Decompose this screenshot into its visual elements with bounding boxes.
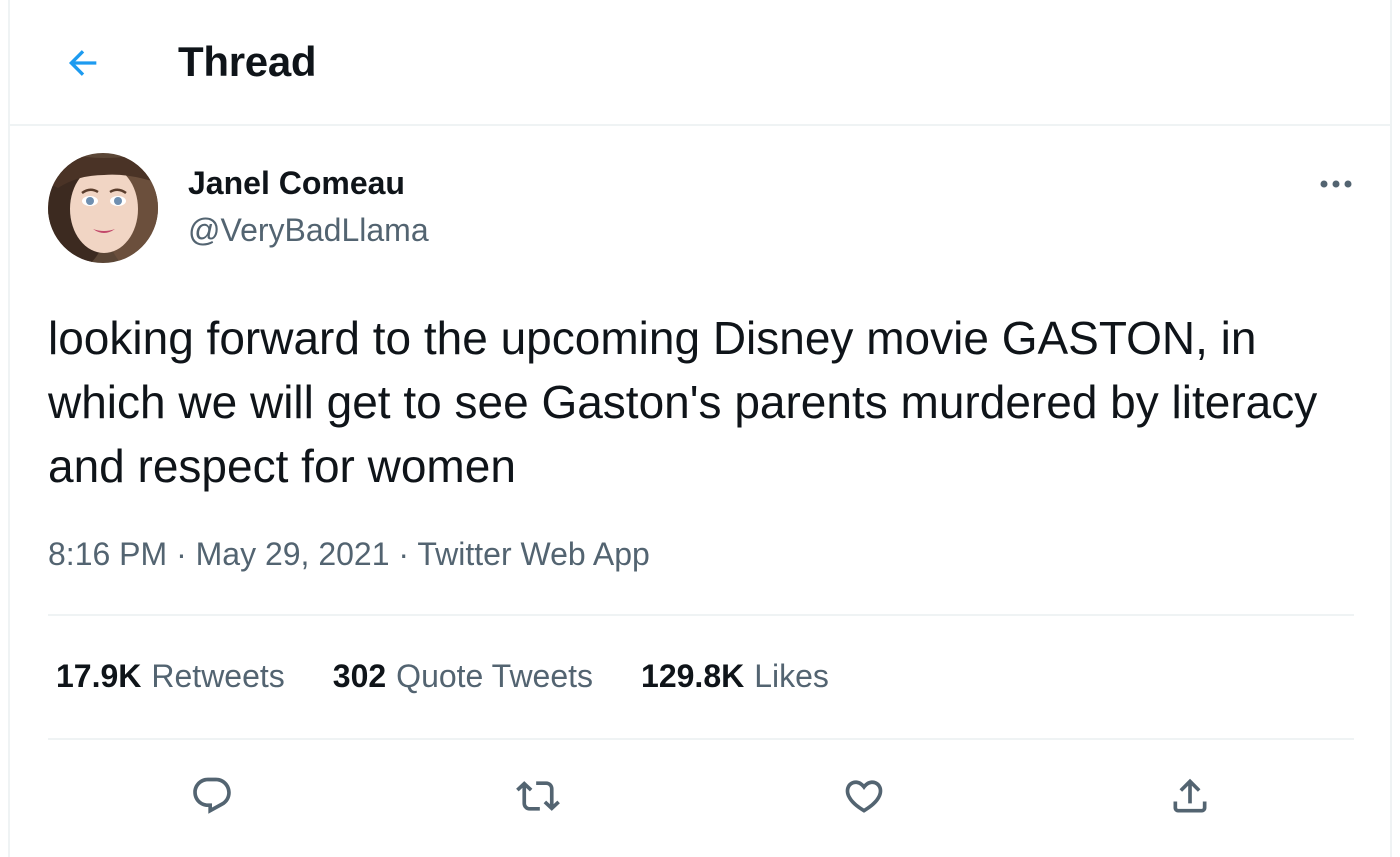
- likes-stat[interactable]: 129.8K Likes: [641, 658, 829, 702]
- author-handle[interactable]: @VeryBadLlama: [188, 212, 429, 249]
- tweet-stats: 17.9K Retweets 302 Quote Tweets 129.8K L…: [56, 658, 829, 702]
- retweet-icon: [516, 781, 560, 811]
- tweet-source[interactable]: Twitter Web App: [417, 536, 649, 572]
- quote-tweets-label: Quote Tweets: [396, 658, 594, 694]
- back-button[interactable]: [54, 34, 112, 92]
- quote-tweets-stat[interactable]: 302 Quote Tweets: [333, 658, 593, 702]
- divider: [48, 738, 1354, 740]
- avatar-photo: [48, 153, 158, 263]
- divider: [48, 614, 1354, 616]
- tweet-metadata: 8:16 PM · May 29, 2021 · Twitter Web App: [48, 536, 650, 573]
- avatar[interactable]: [48, 153, 158, 263]
- meta-separator: ·: [398, 536, 418, 572]
- retweets-stat[interactable]: 17.9K Retweets: [56, 658, 285, 702]
- tweet-actions-bar: [10, 760, 1390, 832]
- reply-button[interactable]: [184, 768, 240, 824]
- tweet-thread-panel: Thread Janel Comeau @VeryBadLlama lookin…: [8, 0, 1392, 857]
- more-options-button[interactable]: [1312, 160, 1360, 208]
- quote-tweets-count: 302: [332, 658, 387, 694]
- reply-icon: [193, 777, 231, 814]
- author-name[interactable]: Janel Comeau: [188, 165, 405, 202]
- retweets-count: 17.9K: [56, 658, 142, 694]
- share-icon: [1173, 778, 1207, 813]
- likes-label: Likes: [754, 658, 829, 694]
- retweet-button[interactable]: [510, 768, 566, 824]
- like-icon: [845, 780, 883, 813]
- arrow-left-icon: [68, 50, 97, 76]
- more-horizontal-icon: [1320, 180, 1352, 188]
- tweet-text: looking forward to the upcoming Disney m…: [48, 312, 1318, 492]
- meta-separator: ·: [176, 536, 196, 572]
- tweet-time[interactable]: 8:16 PM: [48, 536, 167, 572]
- page-title: Thread: [178, 38, 317, 85]
- share-button[interactable]: [1162, 768, 1218, 824]
- likes-count: 129.8K: [641, 658, 745, 694]
- thread-header: Thread: [10, 0, 1390, 126]
- tweet-date[interactable]: May 29, 2021: [196, 536, 390, 572]
- retweets-label: Retweets: [151, 658, 285, 694]
- like-button[interactable]: [836, 768, 892, 824]
